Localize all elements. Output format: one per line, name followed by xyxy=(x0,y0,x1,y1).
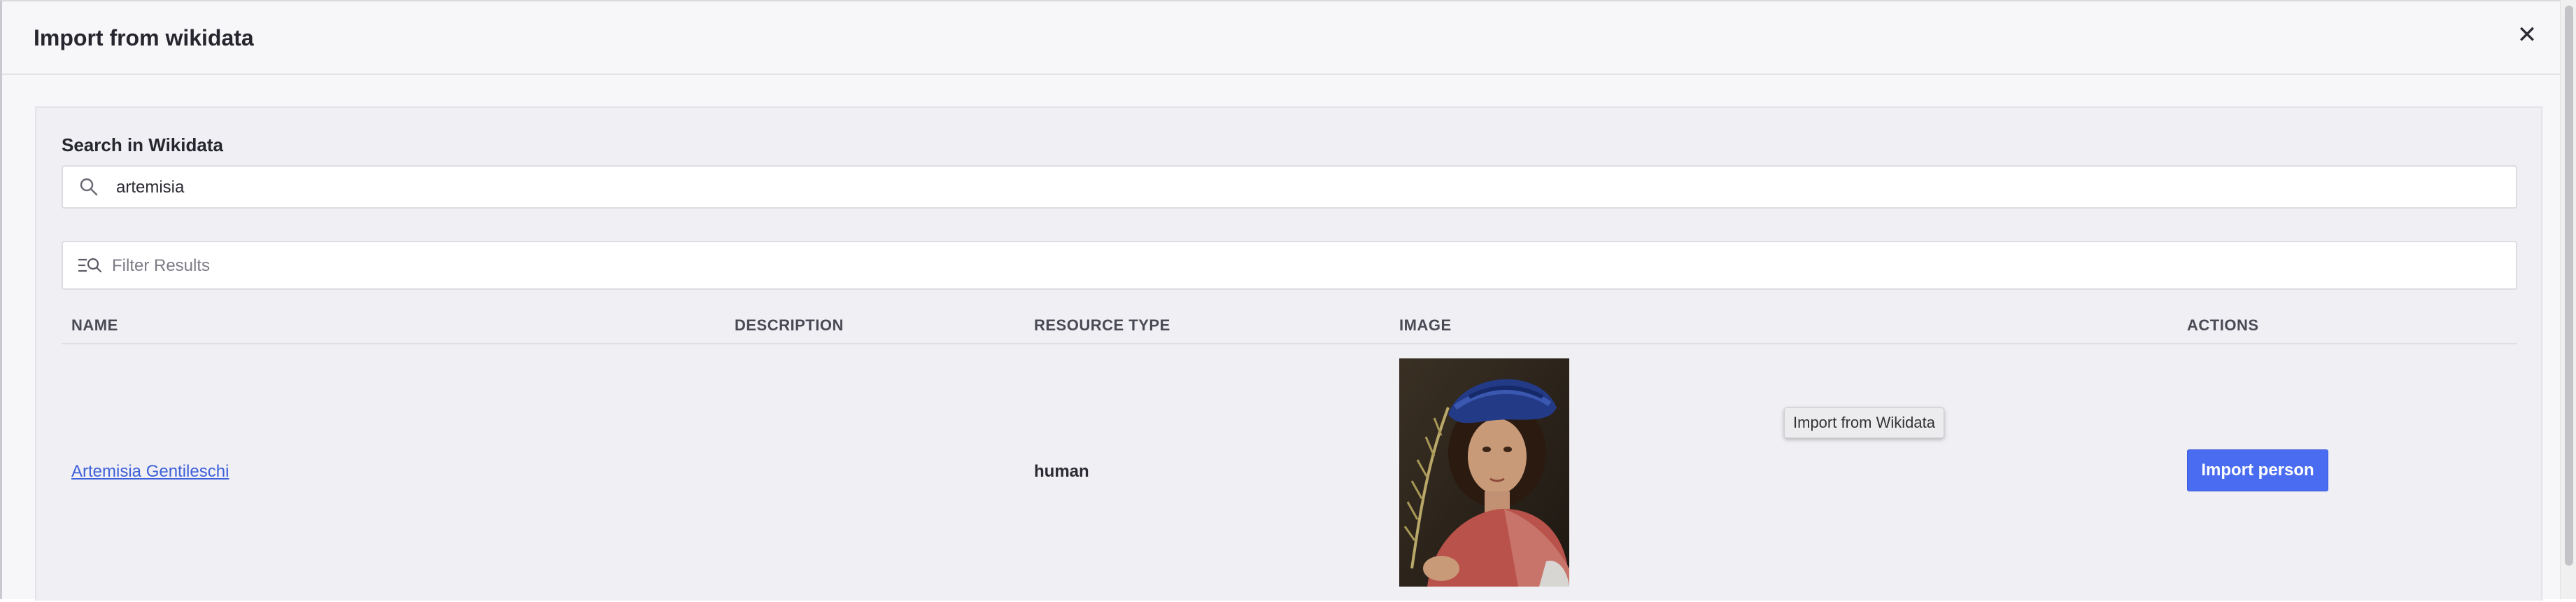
modal-header: Import from wikidata ✕ xyxy=(2,1,2561,75)
search-input[interactable] xyxy=(115,167,2496,209)
portrait-image xyxy=(1399,358,1569,587)
filter-box[interactable] xyxy=(62,241,2517,290)
filter-list-search-icon xyxy=(78,258,102,273)
search-box[interactable] xyxy=(62,165,2517,209)
column-header-resource-type: RESOURCE TYPE xyxy=(1034,316,1170,334)
import-person-button[interactable]: Import person xyxy=(2187,449,2328,491)
person-name-link[interactable]: Artemisia Gentileschi xyxy=(71,462,229,482)
column-header-name: NAME xyxy=(71,316,118,334)
search-label: Search in Wikidata xyxy=(62,134,223,155)
column-header-actions: ACTIONS xyxy=(2187,316,2259,334)
resource-type-value: human xyxy=(1034,462,1089,481)
close-button[interactable]: ✕ xyxy=(2514,22,2540,48)
search-panel: Search in Wikidata NAME DESCRIPTION RESO… xyxy=(35,106,2542,601)
scrollbar[interactable] xyxy=(2560,0,2576,599)
search-icon xyxy=(80,178,98,196)
column-header-image: IMAGE xyxy=(1399,316,1452,334)
table-row: Artemisia Gentileschi human Import from … xyxy=(62,344,2517,602)
tooltip: Import from Wikidata xyxy=(1784,407,1944,438)
scrollbar-thumb[interactable] xyxy=(2565,6,2573,566)
table-header: NAME DESCRIPTION RESOURCE TYPE IMAGE ACT… xyxy=(62,308,2517,344)
close-icon: ✕ xyxy=(2517,22,2538,48)
import-modal: Import from wikidata ✕ Search in Wikidat… xyxy=(0,0,2561,601)
filter-input[interactable] xyxy=(111,242,2492,290)
column-header-description: DESCRIPTION xyxy=(735,316,844,334)
modal-title: Import from wikidata xyxy=(34,25,254,50)
